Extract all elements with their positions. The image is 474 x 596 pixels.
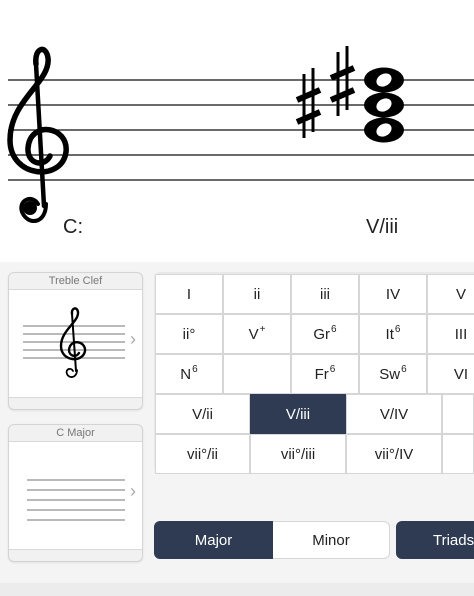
chord-button[interactable]: vii°/iii xyxy=(250,434,346,474)
chord-button[interactable]: V+ xyxy=(223,314,291,354)
minor-label: Minor xyxy=(312,531,350,549)
chord-button-label: V+ xyxy=(248,324,266,343)
chord-button-label: N6 xyxy=(180,364,198,383)
key-label: C: xyxy=(63,216,83,238)
mini-staff xyxy=(23,307,125,378)
chord-button[interactable] xyxy=(442,394,474,434)
chord-button[interactable]: IV xyxy=(359,274,427,314)
chord-button-label: V xyxy=(455,285,466,303)
chord-button[interactable]: vii°/IV xyxy=(346,434,442,474)
chord-button[interactable]: V/IV xyxy=(346,394,442,434)
key-selector[interactable]: C Major › xyxy=(8,424,143,562)
minor-button[interactable]: Minor xyxy=(273,521,390,559)
chord-button-label: vii°/ii xyxy=(187,445,218,463)
major-label: Major xyxy=(194,531,233,549)
chord-button-label: It6 xyxy=(385,324,401,343)
chevron-right-icon: › xyxy=(130,329,136,349)
chord-button-label: VI xyxy=(453,365,469,383)
chevron-right-icon: › xyxy=(130,481,136,501)
chord-button-label: Fr6 xyxy=(314,364,336,383)
chord-button[interactable]: V/ii xyxy=(155,394,250,434)
chord-button-label: IV xyxy=(385,285,401,303)
chord-button-label: ii xyxy=(253,285,261,303)
staff-lines xyxy=(8,79,474,181)
chord-button[interactable]: Gr6 xyxy=(291,314,359,354)
chord-button[interactable]: Fr6 xyxy=(291,354,359,394)
treble-clef-icon xyxy=(7,46,69,223)
chord-notes xyxy=(364,67,404,143)
chord-button-label: III xyxy=(454,325,468,343)
chord-button-label: vii°/IV xyxy=(374,445,414,463)
chord-button-label: V/IV xyxy=(379,405,409,423)
chord-button[interactable]: N6 xyxy=(155,354,223,394)
sharp-icon xyxy=(295,68,322,138)
key-preview xyxy=(9,442,142,550)
clef-selector-title: Treble Clef xyxy=(9,273,142,290)
triads-button[interactable]: Triads xyxy=(396,521,474,559)
chord-button[interactable]: III xyxy=(427,314,474,354)
chord-button[interactable]: V xyxy=(427,274,474,314)
chord-button-label: I xyxy=(186,285,192,303)
triads-label: Triads xyxy=(433,531,474,549)
chord-button-label: V/iii xyxy=(285,405,311,423)
chord-button-label: iii xyxy=(320,285,330,303)
chord-button[interactable]: I xyxy=(155,274,223,314)
chord-button[interactable]: It6 xyxy=(359,314,427,354)
chord-button[interactable] xyxy=(442,434,474,474)
chord-button[interactable]: ii° xyxy=(155,314,223,354)
chord-button-label: Sw6 xyxy=(379,364,407,383)
chord-label: V/iii xyxy=(366,216,399,238)
clef-selector[interactable]: Treble Clef › xyxy=(8,272,143,410)
chord-button-label: ii° xyxy=(182,325,196,343)
chord-button-label: Gr6 xyxy=(313,324,337,343)
chord-button[interactable]: Sw6 xyxy=(359,354,427,394)
chord-button[interactable]: ii xyxy=(223,274,291,314)
major-button[interactable]: Major xyxy=(154,521,273,559)
clef-preview xyxy=(9,290,142,398)
mini-staff xyxy=(27,479,125,521)
chord-button[interactable]: VI xyxy=(427,354,474,394)
empty-chord-slot xyxy=(223,354,291,394)
chord-button-label: V/ii xyxy=(192,405,213,423)
treble-clef-icon xyxy=(59,307,87,378)
chord-button[interactable]: iii xyxy=(291,274,359,314)
key-selector-title: C Major xyxy=(9,425,142,442)
chord-button-label: vii°/iii xyxy=(280,445,316,463)
bottom-bar xyxy=(0,583,474,596)
staff-area: C: V/iii xyxy=(0,0,474,262)
chord-button[interactable]: vii°/ii xyxy=(155,434,250,474)
chord-button[interactable]: V/iii xyxy=(250,394,346,434)
